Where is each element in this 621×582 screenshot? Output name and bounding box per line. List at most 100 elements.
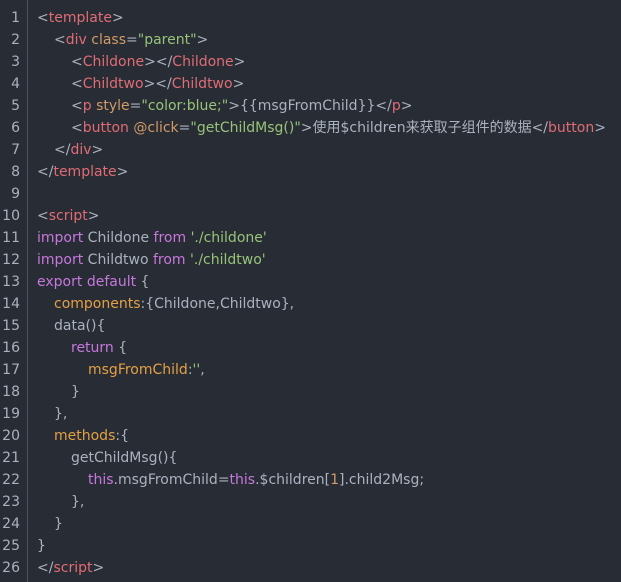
code-line[interactable]: 4 <Childtwo></Childtwo> <box>0 73 621 95</box>
code-token: default <box>86 274 137 290</box>
code-text: export default { <box>37 271 149 293</box>
code-text: } <box>54 513 63 535</box>
line-number: 6 <box>11 120 20 136</box>
code-token: this <box>229 472 256 488</box>
code-line[interactable]: 25} <box>0 535 621 557</box>
code-line[interactable]: 5 <p style="color:blue;">{{msgFromChild}}… <box>0 95 621 117</box>
code-token: = <box>178 120 191 136</box>
code-token: < <box>71 54 83 70</box>
code-line[interactable]: 26 </script> <box>0 557 621 579</box>
code-line[interactable]: 11 import Childone from './childone' <box>0 227 621 249</box>
code-line[interactable]: 21 getChildMsg(){ <box>0 447 621 469</box>
code-token: @click <box>128 120 179 136</box>
code-line[interactable]: 17 msgFromChild:'', <box>0 359 621 381</box>
code-token: < <box>37 10 49 26</box>
line-number: 21 <box>2 450 20 466</box>
line-number: 9 <box>11 186 20 202</box>
line-number: 4 <box>11 76 20 92</box>
code-token: > <box>87 208 100 224</box>
code-token: template <box>53 164 117 180</box>
code-token: script <box>48 208 88 224</box>
code-token: p <box>391 98 401 114</box>
code-editor[interactable]: 1 <template> 2 <div class="parent"> 3 <Childo… <box>0 0 621 582</box>
line-number: 3 <box>11 54 20 70</box>
code-text: }, <box>54 403 67 425</box>
code-line[interactable]: 15 data(){ <box>0 315 621 337</box>
code-line[interactable]: 18} <box>0 381 621 403</box>
code-line[interactable]: 9 <box>0 183 621 205</box>
code-token: import <box>37 252 84 268</box>
code-token: components <box>54 296 141 312</box>
line-number: 19 <box>2 406 20 422</box>
code-token: :{Childone,Childtwo}, <box>140 296 295 312</box>
line-number: 11 <box>2 230 20 246</box>
code-line[interactable]: 19}, <box>0 403 621 425</box>
code-token: < <box>54 32 66 48</box>
code-token: > <box>300 120 313 136</box>
line-number: 26 <box>2 560 20 576</box>
code-token: </ <box>531 120 549 136</box>
code-area[interactable]: 1 <template> 2 <div class="parent"> 3 <Childo… <box>0 7 621 579</box>
line-number: 23 <box>2 494 20 510</box>
code-token: }, <box>71 494 85 510</box>
code-line[interactable]: 7 </div> <box>0 139 621 161</box>
code-text: return { <box>71 337 127 359</box>
code-line[interactable]: 14 components:{Childone,Childtwo}, <box>0 293 621 315</box>
code-token: Childone <box>83 230 154 246</box>
code-line[interactable]: 2 <div class="parent"> <box>0 29 621 51</box>
line-number: 2 <box>11 32 20 48</box>
code-token: 使用$children来获取子组件的数据 <box>312 120 532 136</box>
code-token: , <box>200 362 205 378</box>
code-token: < <box>71 120 83 136</box>
code-token: Childtwo <box>82 76 144 92</box>
code-line[interactable]: 3 <Childone></Childone> <box>0 51 621 73</box>
line-number: 14 <box>2 296 20 312</box>
code-line[interactable]: 22 this.msgFromChild=this.$children[1].ch… <box>0 469 621 491</box>
code-token: > <box>92 560 105 576</box>
line-number: 15 <box>2 318 20 334</box>
line-number: 18 <box>2 384 20 400</box>
code-line[interactable]: 6 <button @click="getChildMsg()">使用$child… <box>0 117 621 139</box>
code-token: "getChildMsg()" <box>190 120 301 136</box>
code-token: script <box>53 560 93 576</box>
code-token: import <box>37 230 84 246</box>
code-token: = <box>129 98 142 114</box>
code-text: msgFromChild:'', <box>88 359 205 381</box>
code-line[interactable]: 13 export default { <box>0 271 621 293</box>
code-line[interactable]: 12 import Childtwo from './childtwo' <box>0 249 621 271</box>
code-token: button <box>82 120 129 136</box>
code-text: import Childtwo from './childtwo' <box>37 249 266 271</box>
code-token: getChildMsg(){ <box>71 450 178 466</box>
code-line[interactable]: 16 return { <box>0 337 621 359</box>
code-text: <template> <box>37 7 124 29</box>
line-number: 25 <box>2 538 20 554</box>
code-token: = <box>126 32 138 48</box>
code-line[interactable]: 23}, <box>0 491 621 513</box>
code-token: ></ <box>144 54 173 70</box>
code-text: } <box>37 535 46 557</box>
code-token: }, <box>54 406 68 422</box>
code-token: </ <box>375 98 392 114</box>
code-text: <div class="parent"> <box>54 29 208 51</box>
code-line[interactable]: 8 </template> <box>0 161 621 183</box>
code-token: Childone <box>82 54 145 70</box>
line-number: 1 <box>11 10 20 26</box>
code-text: </div> <box>54 139 103 161</box>
code-text: getChildMsg(){ <box>71 447 177 469</box>
line-number: 7 <box>11 142 20 158</box>
code-token: template <box>48 10 112 26</box>
code-token: > <box>400 98 413 114</box>
code-token: .$children[ <box>255 472 331 488</box>
code-text: <p style="color:blue;">{{msgFromChild}}<… <box>71 95 412 117</box>
line-number: 24 <box>2 516 20 532</box>
code-line[interactable]: 1 <template> <box>0 7 621 29</box>
code-token: > <box>233 54 246 70</box>
code-token: './childone' <box>190 230 267 246</box>
code-line[interactable]: 10 <script> <box>0 205 621 227</box>
code-text: <script> <box>37 205 99 227</box>
code-line[interactable]: 20 methods:{ <box>0 425 621 447</box>
code-line[interactable]: 24} <box>0 513 621 535</box>
code-token: div <box>65 32 87 48</box>
code-token: ].child2Msg; <box>339 472 425 488</box>
line-number: 16 <box>2 340 20 356</box>
